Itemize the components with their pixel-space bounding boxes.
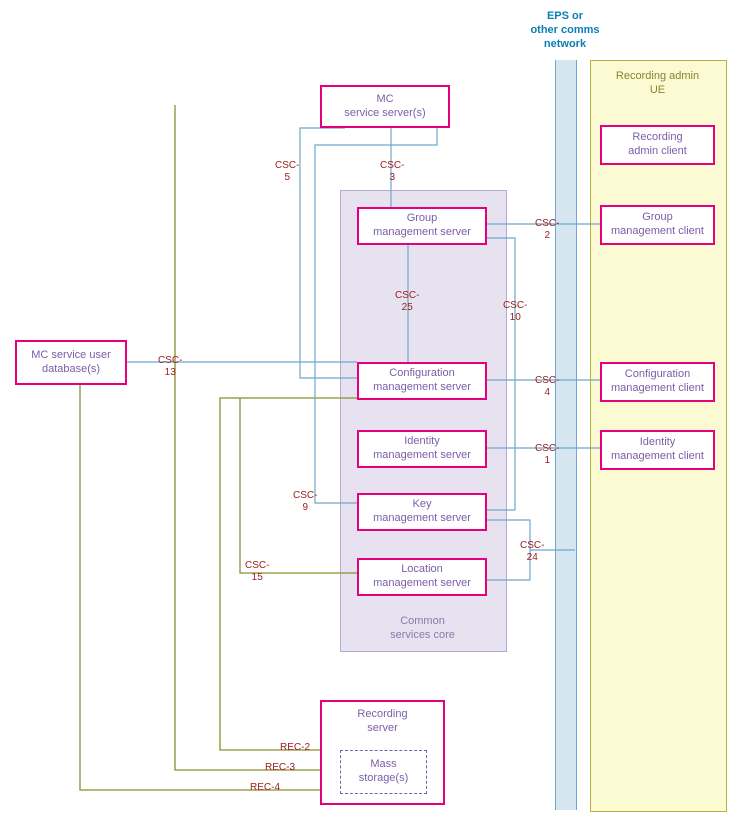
- recording-admin-ue-title: Recording adminUE: [595, 70, 720, 98]
- configuration-management-server-label: Configurationmanagement server: [373, 367, 471, 395]
- mass-storage-label: Massstorage(s): [359, 758, 409, 786]
- connector-label-rec2: REC-2: [280, 742, 310, 754]
- configuration-management-client-node: Configurationmanagement client: [600, 362, 715, 402]
- connector-label-csc10: CSC-10: [503, 300, 527, 323]
- identity-management-client-label: Identitymanagement client: [611, 436, 704, 464]
- connector-label-csc4: CSC-4: [535, 375, 559, 398]
- connector-label-csc13: CSC-13: [158, 355, 182, 378]
- group-management-server-label: Groupmanagement server: [373, 212, 471, 240]
- mass-storage-node: Massstorage(s): [340, 750, 427, 794]
- mc-service-server-node: MCservice server(s): [320, 85, 450, 128]
- configuration-management-client-label: Configurationmanagement client: [611, 368, 704, 396]
- recording-server-title: Recordingserver: [322, 708, 443, 736]
- connector-label-csc5: CSC-5: [275, 160, 299, 183]
- common-services-core-title: Commonservices core: [340, 615, 505, 643]
- diagram-stage: EPS orother commsnetwork Recording admin…: [0, 0, 734, 834]
- connector-label-csc15: CSC-15: [245, 560, 269, 583]
- eps-network-label: EPS orother commsnetwork: [505, 10, 625, 51]
- mc-service-user-database-node: MC service userdatabase(s): [15, 340, 127, 385]
- group-management-client-node: Groupmanagement client: [600, 205, 715, 245]
- recording-admin-client-label: Recordingadmin client: [628, 131, 687, 159]
- group-management-server-node: Groupmanagement server: [357, 207, 487, 245]
- eps-network-band: [555, 60, 577, 810]
- recording-server-node: Recordingserver Massstorage(s): [320, 700, 445, 805]
- mc-service-user-database-label: MC service userdatabase(s): [31, 349, 110, 377]
- connector-label-csc24: CSC-24: [520, 540, 544, 563]
- connector-label-csc1: CSC-1: [535, 443, 559, 466]
- group-management-client-label: Groupmanagement client: [611, 211, 704, 239]
- key-management-server-label: Keymanagement server: [373, 498, 471, 526]
- identity-management-server-label: Identitymanagement server: [373, 435, 471, 463]
- identity-management-server-node: Identitymanagement server: [357, 430, 487, 468]
- connector-label-csc9: CSC-9: [293, 490, 317, 513]
- connector-label-csc3: CSC-3: [380, 160, 404, 183]
- identity-management-client-node: Identitymanagement client: [600, 430, 715, 470]
- connector-label-rec4: REC-4: [250, 782, 280, 794]
- connector-label-csc2: CSC-2: [535, 218, 559, 241]
- configuration-management-server-node: Configurationmanagement server: [357, 362, 487, 400]
- location-management-server-label: Locationmanagement server: [373, 563, 471, 591]
- key-management-server-node: Keymanagement server: [357, 493, 487, 531]
- recording-admin-client-node: Recordingadmin client: [600, 125, 715, 165]
- mc-service-server-label: MCservice server(s): [344, 93, 425, 121]
- connector-label-csc25: CSC-25: [395, 290, 419, 313]
- location-management-server-node: Locationmanagement server: [357, 558, 487, 596]
- connector-label-rec3: REC-3: [265, 762, 295, 774]
